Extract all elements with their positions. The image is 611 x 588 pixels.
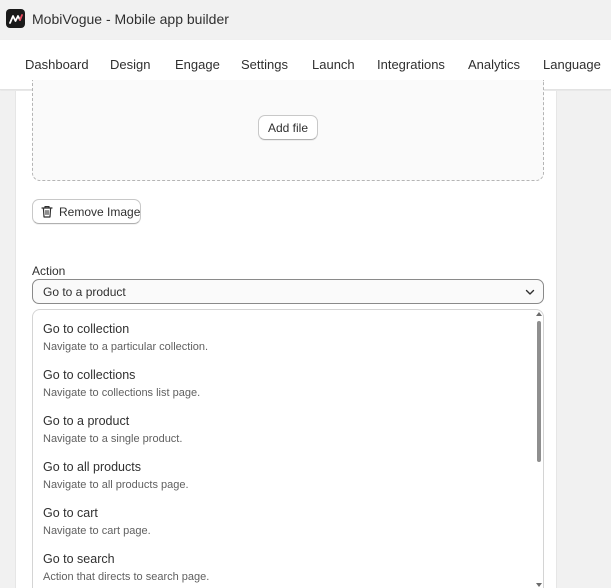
chevron-down-icon (523, 285, 537, 302)
action-options-list[interactable]: Go to collection Navigate to a particula… (32, 309, 544, 588)
option-title: Go to all products (43, 460, 141, 474)
option-description: Navigate to collections list page. (43, 387, 201, 399)
option-title: Go to search (43, 552, 115, 566)
add-file-button[interactable]: Add file (258, 115, 318, 140)
nav-item-design[interactable]: Design (110, 57, 150, 72)
action-selected-value: Go to a product (43, 285, 126, 299)
option-go-to-cart[interactable]: Go to cart Navigate to cart page. (43, 506, 151, 537)
scroll-up-arrow[interactable] (536, 312, 542, 316)
option-title: Go to collections (43, 368, 136, 382)
action-label: Action (32, 264, 66, 278)
trash-icon (41, 205, 53, 218)
option-description: Navigate to a single product. (43, 433, 183, 445)
remove-image-button[interactable]: Remove Image (32, 199, 141, 224)
nav-item-language[interactable]: Language (543, 57, 601, 72)
option-go-to-a-product[interactable]: Go to a product Navigate to a single pro… (43, 414, 182, 445)
nav-item-analytics[interactable]: Analytics (468, 57, 520, 72)
option-go-to-all-products[interactable]: Go to all products Navigate to all produ… (43, 460, 189, 491)
action-select[interactable]: Go to a product (32, 279, 544, 304)
remove-image-label: Remove Image (59, 204, 141, 219)
nav-item-settings[interactable]: Settings (241, 57, 288, 72)
option-go-to-collection[interactable]: Go to collection Navigate to a particula… (43, 322, 208, 353)
option-title: Go to cart (43, 506, 98, 520)
nav-item-launch[interactable]: Launch (312, 57, 355, 72)
scroll-down-arrow[interactable] (536, 583, 542, 587)
option-description: Navigate to a particular collection. (43, 341, 209, 353)
title-bar: MobiVogue - Mobile app builder (0, 0, 611, 40)
mobivogue-logo-icon (6, 9, 25, 28)
option-title: Go to a product (43, 414, 130, 428)
option-description: Navigate to all products page. (43, 479, 189, 491)
scrollbar-thumb[interactable] (537, 321, 541, 462)
option-go-to-search[interactable]: Go to search Action that directs to sear… (43, 552, 209, 583)
nav-item-engage[interactable]: Engage (175, 57, 220, 72)
option-go-to-collections[interactable]: Go to collections Navigate to collection… (43, 368, 200, 399)
option-description: Action that directs to search page. (43, 571, 210, 583)
app-title: MobiVogue - Mobile app builder (32, 11, 229, 27)
nav-item-integrations[interactable]: Integrations (377, 57, 445, 72)
nav-item-dashboard[interactable]: Dashboard (25, 57, 89, 72)
option-description: Navigate to cart page. (43, 525, 151, 537)
option-title: Go to collection (43, 322, 130, 336)
